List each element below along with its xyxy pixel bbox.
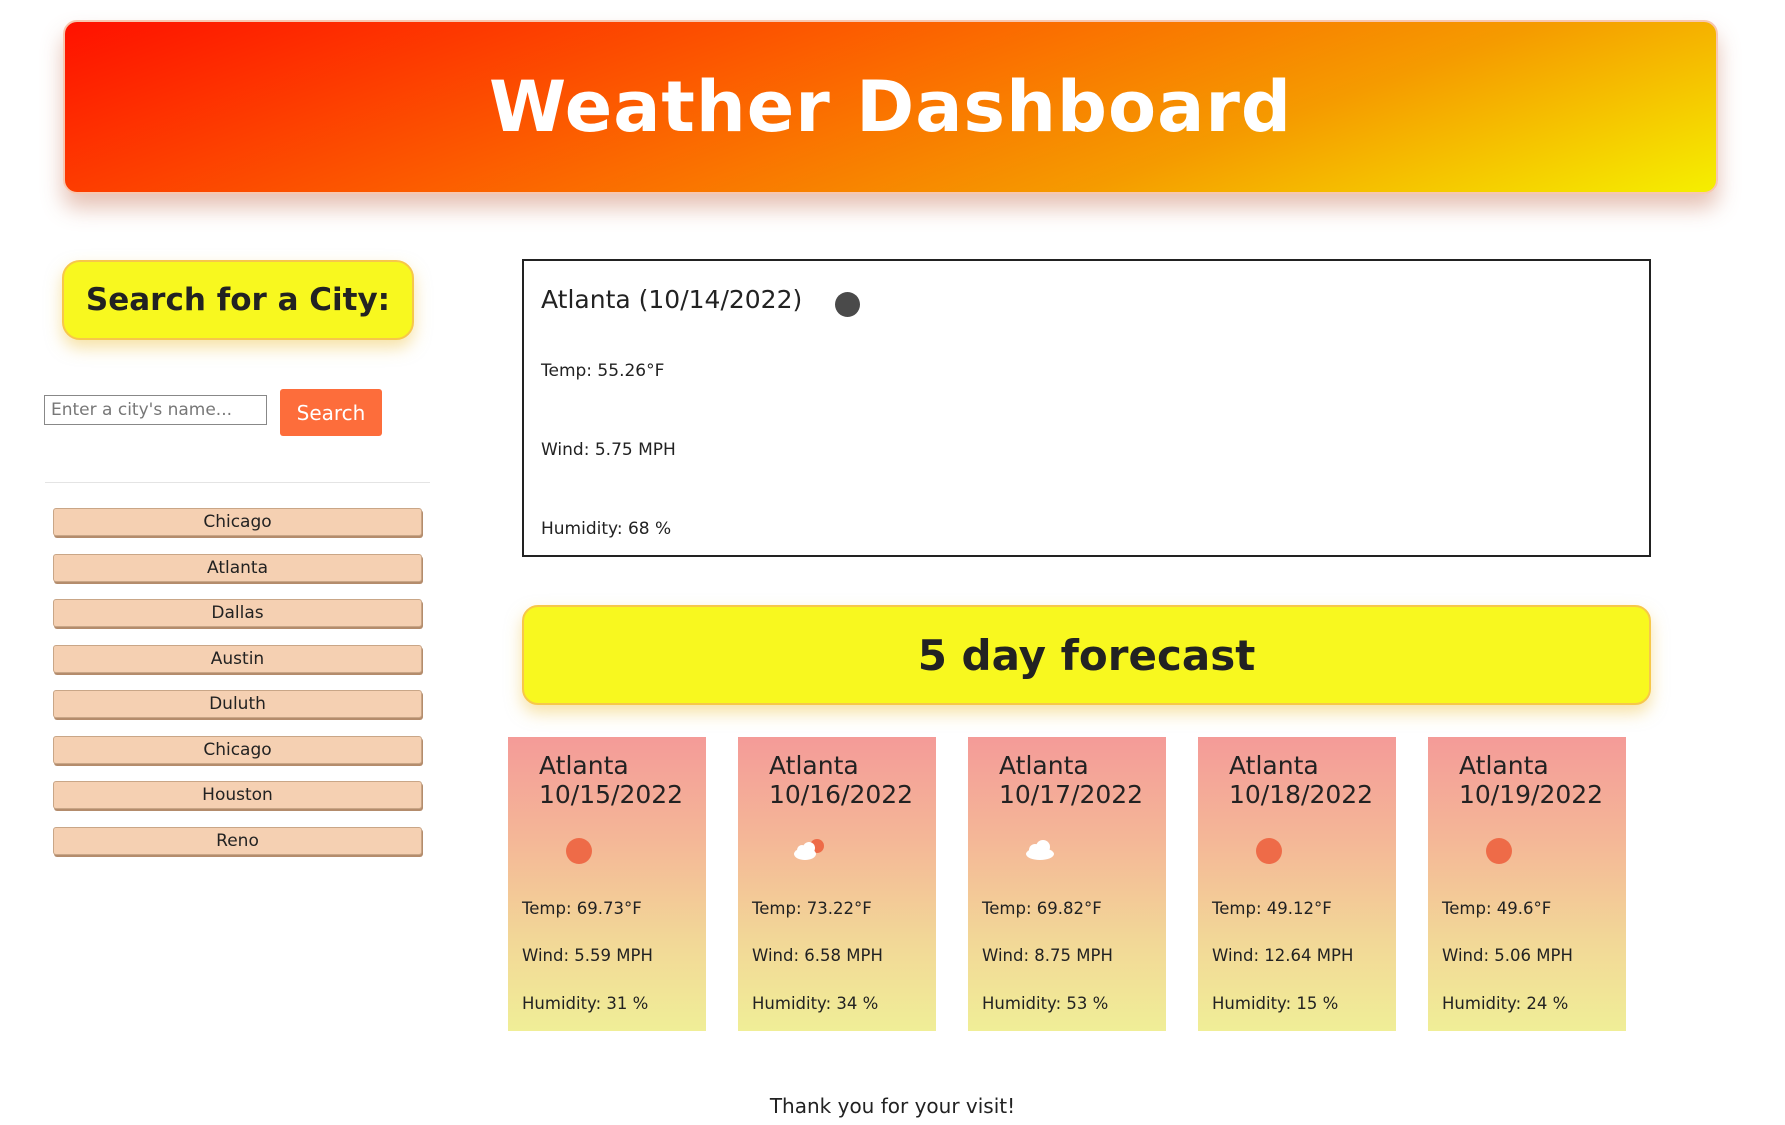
forecast-card: Atlanta 10/15/2022 Temp: 69.73°F Wind: 5… [508,737,706,1031]
forecast-temp: Temp: 69.73°F [522,899,642,918]
cloud-icon [1026,840,1054,860]
history-city-button[interactable]: Atlanta [53,553,422,582]
forecast-card: Atlanta 10/17/2022 Temp: 69.82°F Wind: 8… [968,737,1166,1031]
forecast-date: 10/16/2022 [769,780,914,809]
history-city-button[interactable]: Chicago [53,508,422,536]
forecast-date: 10/19/2022 [1459,780,1604,809]
forecast-wind: Wind: 5.06 MPH [1442,946,1573,965]
forecast-card: Atlanta 10/16/2022 Temp: 73.22°F Wind: 6… [738,737,936,1031]
current-humidity: Humidity: 68 % [541,519,672,539]
moon-icon [835,292,860,317]
forecast-card: Atlanta 10/18/2022 Temp: 49.12°F Wind: 1… [1198,737,1396,1031]
forecast-humidity: Humidity: 15 % [1212,994,1339,1013]
forecast-heading: 5 day forecast [917,630,1256,680]
forecast-date: 10/15/2022 [539,780,684,809]
search-button[interactable]: Search [280,389,382,436]
forecast-wind: Wind: 5.59 MPH [522,946,653,965]
forecast-heading-box: 5 day forecast [522,605,1651,705]
page-title: Weather Dashboard [489,66,1292,148]
forecast-humidity: Humidity: 24 % [1442,994,1569,1013]
sun-icon [1486,838,1512,864]
forecast-city: Atlanta [999,751,1089,780]
forecast-card: Atlanta 10/19/2022 Temp: 49.6°F Wind: 5.… [1428,737,1626,1031]
forecast-wind: Wind: 8.75 MPH [982,946,1113,965]
forecast-temp: Temp: 69.82°F [982,899,1102,918]
city-search-input[interactable] [44,395,267,425]
header-banner: Weather Dashboard [63,20,1718,194]
search-heading: Search for a City: [85,282,391,318]
cloud-sun-icon [794,839,824,860]
history-city-button[interactable]: Chicago [53,735,422,764]
current-city-title: Atlanta (10/14/2022) [541,285,803,314]
forecast-city: Atlanta [769,751,859,780]
history-city-button[interactable]: Reno [53,826,422,855]
forecast-temp: Temp: 49.6°F [1442,899,1552,918]
forecast-city: Atlanta [1229,751,1319,780]
forecast-wind: Wind: 6.58 MPH [752,946,883,965]
forecast-date: 10/17/2022 [999,780,1144,809]
footer-message: Thank you for your visit! [769,1094,1016,1118]
current-temp: Temp: 55.26°F [541,361,665,381]
forecast-humidity: Humidity: 53 % [982,994,1109,1013]
forecast-temp: Temp: 73.22°F [752,899,872,918]
sun-icon [1256,838,1282,864]
current-wind: Wind: 5.75 MPH [541,440,676,460]
current-weather-panel: Atlanta (10/14/2022) Temp: 55.26°F Wind:… [522,259,1651,557]
history-city-button[interactable]: Dallas [53,599,422,627]
sun-icon [566,838,592,864]
forecast-city: Atlanta [539,751,629,780]
forecast-date: 10/18/2022 [1229,780,1374,809]
forecast-humidity: Humidity: 34 % [752,994,879,1013]
forecast-city: Atlanta [1459,751,1549,780]
history-city-button[interactable]: Austin [53,644,422,673]
search-heading-box: Search for a City: [62,260,414,340]
forecast-wind: Wind: 12.64 MPH [1212,946,1354,965]
history-city-button[interactable]: Houston [53,781,422,809]
history-city-button[interactable]: Duluth [53,690,422,718]
forecast-humidity: Humidity: 31 % [522,994,649,1013]
sidebar-divider [45,482,430,483]
search-history-list: Chicago Atlanta Dallas Austin Duluth Chi… [53,508,423,872]
forecast-temp: Temp: 49.12°F [1212,899,1332,918]
